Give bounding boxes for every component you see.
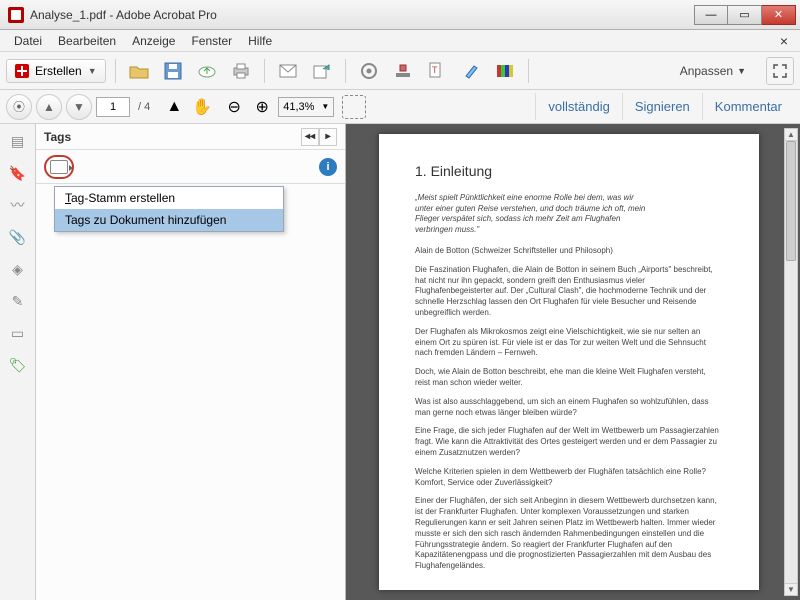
close-button[interactable]: ✕ <box>762 5 796 25</box>
next-page-button[interactable]: ▼ <box>66 94 92 120</box>
chevron-down-icon: ▼ <box>88 66 97 76</box>
doc-p1: Die Faszination Flughafen, die Alain de … <box>415 265 723 319</box>
maximize-button[interactable]: ▭ <box>728 5 762 25</box>
text-edit-button[interactable]: T <box>423 57 451 85</box>
tags-context-menu: Tag-Stamm erstellen Tags zu Dokument hin… <box>54 186 284 232</box>
pages-panel-icon[interactable]: ▤ <box>7 130 29 152</box>
chevron-down-icon: ▼ <box>737 66 746 76</box>
svg-text:T: T <box>432 65 438 75</box>
window-titlebar: Analyse_1.pdf - Adobe Acrobat Pro — ▭ ✕ <box>0 0 800 30</box>
doc-heading: 1. Einleitung <box>415 162 723 181</box>
main-toolbar: Erstellen ▼ T Anpassen ▼ <box>0 52 800 90</box>
tags-panel-toolbar: i <box>36 150 345 184</box>
customize-label: Anpassen <box>680 64 733 78</box>
fullscreen-button[interactable] <box>766 57 794 85</box>
menu-anzeige[interactable]: Anzeige <box>124 32 183 50</box>
gear-button[interactable] <box>355 57 383 85</box>
complete-button[interactable]: vollständig <box>535 93 621 120</box>
doc-p4: Was ist also ausschlaggebend, um sich an… <box>415 397 723 419</box>
vertical-scrollbar[interactable]: ▲ ▼ <box>784 128 798 596</box>
tags-panel-icon[interactable]: 🏷 <box>7 354 29 376</box>
first-page-button[interactable]: ⦿ <box>6 94 32 120</box>
share-button[interactable] <box>308 57 336 85</box>
zoom-level[interactable]: 41,3%▼ <box>278 97 334 117</box>
scroll-up-button[interactable]: ▲ <box>785 129 797 141</box>
cloud-button[interactable] <box>193 57 221 85</box>
doc-p6: Welche Kriterien spielen in dem Wettbewe… <box>415 467 723 489</box>
signatures-panel-icon[interactable]: 〰 <box>7 194 29 216</box>
doc-p5: Eine Frage, die sich jeder Flughafen auf… <box>415 426 723 458</box>
tags-options-button[interactable] <box>44 155 74 179</box>
tags-panel: Tags ◂◂ ▸ i Tag-Stamm erstellen Tags zu … <box>36 124 346 600</box>
doc-p2: Der Flughafen als Mikrokosmos zeigt eine… <box>415 327 723 359</box>
menu-item-add-tags-to-document[interactable]: Tags zu Dokument hinzufügen <box>55 209 283 231</box>
zoom-out-button[interactable]: ⊖ <box>222 95 246 119</box>
work-area: ▤ 🔖 〰 📎 ◈ ✎ ▭ 🏷 Tags ◂◂ ▸ i Tag-Stamm er… <box>0 124 800 600</box>
comment-button[interactable]: Kommentar <box>702 93 794 120</box>
layers-panel-icon[interactable]: ◈ <box>7 258 29 280</box>
document-close-button[interactable]: × <box>774 33 794 49</box>
nav-toolbar: ⦿ ▲ ▼ / 4 ▲ ✋ ⊖ ⊕ 41,3%▼ vollständig Sig… <box>0 90 800 124</box>
menu-datei[interactable]: Datei <box>6 32 50 50</box>
marquee-tool[interactable] <box>342 95 366 119</box>
save-button[interactable] <box>159 57 187 85</box>
bookmarks-panel-icon[interactable]: 🔖 <box>7 162 29 184</box>
content-panel-icon[interactable]: ✎ <box>7 290 29 312</box>
highlight-button[interactable] <box>457 57 485 85</box>
doc-author: Alain de Botton (Schweizer Schriftstelle… <box>415 246 723 257</box>
page-number-input[interactable] <box>96 97 130 117</box>
tags-panel-header: Tags ◂◂ ▸ <box>36 124 345 150</box>
menu-item-create-tag-root[interactable]: Tag-Stamm erstellen <box>55 187 283 209</box>
panel-next-button[interactable]: ▸ <box>319 128 337 146</box>
menu-hilfe[interactable]: Hilfe <box>240 32 280 50</box>
hand-tool[interactable]: ✋ <box>190 95 214 119</box>
create-button[interactable]: Erstellen ▼ <box>6 59 106 83</box>
menu-bar: Datei Bearbeiten Anzeige Fenster Hilfe × <box>0 30 800 52</box>
app-icon <box>8 7 24 23</box>
open-button[interactable] <box>125 57 153 85</box>
info-icon[interactable]: i <box>319 158 337 176</box>
page-total: / 4 <box>138 101 150 113</box>
doc-p7: Einer der Flughäfen, der sich seit Anbeg… <box>415 496 723 572</box>
zoom-in-button[interactable]: ⊕ <box>250 95 274 119</box>
tags-panel-title: Tags <box>44 130 71 144</box>
scroll-down-button[interactable]: ▼ <box>785 583 797 595</box>
sign-button[interactable]: Signieren <box>622 93 702 120</box>
prev-page-button[interactable]: ▲ <box>36 94 62 120</box>
customize-button[interactable]: Anpassen ▼ <box>672 60 754 82</box>
doc-quote: „Meist spielt Pünktlichkeit eine enorme … <box>415 193 646 236</box>
menu-fenster[interactable]: Fenster <box>183 32 240 50</box>
document-viewport[interactable]: 1. Einleitung „Meist spielt Pünktlichkei… <box>346 124 800 600</box>
scroll-thumb[interactable] <box>786 141 796 261</box>
order-panel-icon[interactable]: ▭ <box>7 322 29 344</box>
left-nav-strip: ▤ 🔖 〰 📎 ◈ ✎ ▭ 🏷 <box>0 124 36 600</box>
print-button[interactable] <box>227 57 255 85</box>
mail-button[interactable] <box>274 57 302 85</box>
attachments-panel-icon[interactable]: 📎 <box>7 226 29 248</box>
window-title: Analyse_1.pdf - Adobe Acrobat Pro <box>30 8 694 22</box>
panel-prev-button[interactable]: ◂◂ <box>301 128 319 146</box>
plus-icon <box>15 64 29 78</box>
stamp-button[interactable] <box>389 57 417 85</box>
create-label: Erstellen <box>35 64 82 78</box>
pointer-tool[interactable]: ▲ <box>162 95 186 119</box>
color-button[interactable] <box>491 57 519 85</box>
pdf-page: 1. Einleitung „Meist spielt Pünktlichkei… <box>379 134 759 590</box>
minimize-button[interactable]: — <box>694 5 728 25</box>
menu-bearbeiten[interactable]: Bearbeiten <box>50 32 124 50</box>
airplane-icon: ✈ <box>415 586 723 590</box>
doc-p3: Doch, wie Alain de Botton beschreibt, eh… <box>415 367 723 389</box>
